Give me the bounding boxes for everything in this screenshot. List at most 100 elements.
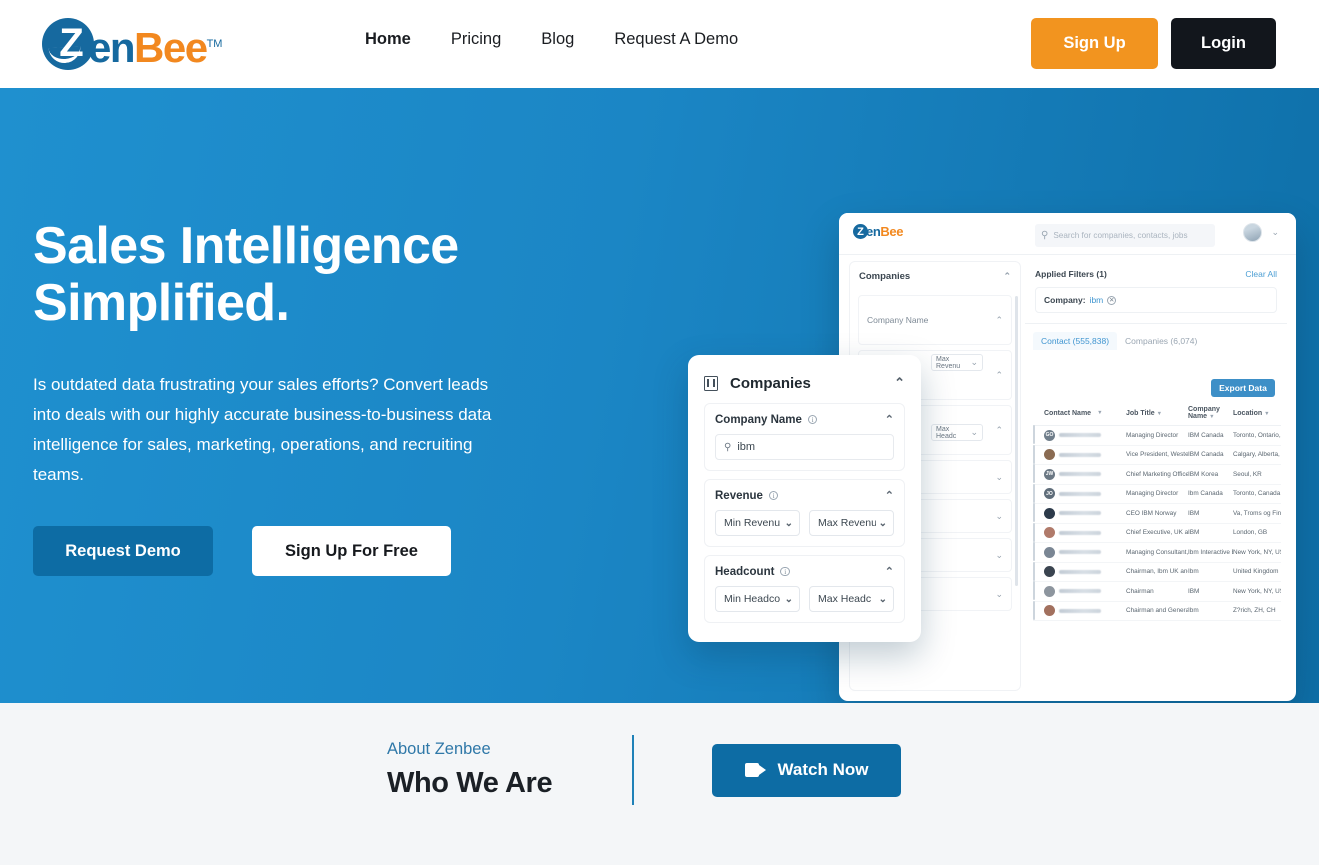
export-data-button[interactable]: Export Data (1211, 379, 1275, 397)
avatar (1044, 507, 1055, 519)
table-row[interactable]: Vice President, Western IBM Canada Calgary… (1033, 444, 1281, 465)
cell-job-title: Managing Director (1126, 431, 1179, 439)
row-checkbox[interactable] (1033, 464, 1044, 484)
cell-location: Toronto, Canada Area (1233, 490, 1281, 498)
cell-contact-name (1044, 507, 1126, 519)
applied-filters-title: Applied Filters (1) (1035, 269, 1107, 279)
min-headcount-select[interactable]: Min Headco ⌄ (715, 586, 800, 612)
app-user-avatar[interactable] (1243, 223, 1262, 242)
chevron-down-icon[interactable]: ⌄ (1271, 227, 1279, 238)
sort-icon: ▼ (1209, 414, 1215, 420)
nav-item-home[interactable]: Home (365, 30, 411, 49)
row-checkbox[interactable] (1033, 600, 1044, 620)
row-checkbox[interactable] (1033, 542, 1044, 562)
avatar (1044, 527, 1055, 539)
column-header-location[interactable]: Location ▼ (1233, 410, 1281, 417)
table-row[interactable]: CEO IBM Norway IBM Va, Troms og Finnmark, … (1033, 503, 1281, 524)
sign-up-button[interactable]: Sign Up (1031, 18, 1158, 69)
chevron-down-icon[interactable]: ⌄ (995, 511, 1003, 521)
row-checkbox[interactable] (1033, 503, 1044, 523)
row-checkbox[interactable] (1033, 561, 1044, 581)
table-row[interactable]: Chief Executive, UK andIBM London, GB (1033, 522, 1281, 543)
info-icon[interactable]: i (780, 566, 790, 577)
chevron-up-icon[interactable]: ⌃ (885, 565, 894, 578)
app-max-headcount-select[interactable]: Max Headc ⌄ (931, 424, 983, 441)
column-header-contact-name[interactable]: Contact Name ▼ (1044, 410, 1126, 417)
info-icon[interactable]: i (768, 490, 779, 501)
filter-section-header[interactable]: Revenue i ⌃ (715, 489, 894, 503)
sidebar-scrollbar[interactable] (1015, 296, 1018, 586)
watch-now-button[interactable]: Watch Now (712, 743, 901, 797)
about-title: Who We Are (387, 767, 553, 799)
column-header-job-title[interactable]: Job Title ▼ (1126, 410, 1188, 417)
table-row[interactable]: Managing Consultant, SpIbm Interactive E… (1033, 542, 1281, 563)
filter-section-revenue: Revenue i ⌃ Min Revenu ⌄ Max Revenu ⌄ (704, 479, 905, 547)
row-checkbox[interactable] (1033, 444, 1044, 464)
request-demo-button[interactable]: Request Demo (33, 526, 213, 576)
filter-section-headcount: Headcount i ⌃ Min Headco ⌄ Max Headc ⌄ (704, 555, 905, 623)
cell-job-title: Chief Executive, UK and (1126, 529, 1188, 537)
hero-title: Sales Intelligence Simplified. (33, 218, 553, 332)
chevron-down-icon[interactable]: ⌄ (995, 550, 1003, 560)
logo-text-bee: Bee (134, 24, 208, 71)
app-search-placeholder: Search for companies, contacts, jobs (1053, 231, 1188, 240)
column-header-company-name[interactable]: Company Name ▼ (1188, 406, 1233, 420)
sign-up-for-free-button[interactable]: Sign Up For Free (252, 526, 451, 576)
search-icon: ⚲ (724, 441, 732, 453)
tab-companies[interactable]: Companies (6,074) (1117, 332, 1205, 350)
filter-section-header[interactable]: Company Name i ⌃ (715, 413, 894, 427)
table-row[interactable]: Chairman and General MIbm Z?rich, ZH, CH (1033, 600, 1281, 621)
site-header: Z enBeeTM Home Pricing Blog Request A De… (0, 0, 1319, 88)
cell-job-title: CEO IBM Norway (1126, 509, 1177, 517)
info-icon[interactable]: i (807, 414, 818, 425)
app-max-revenue-label: Max Revenu (936, 355, 961, 370)
chevron-down-icon[interactable]: ⌄ (995, 472, 1003, 482)
chevron-down-icon: ⌄ (878, 517, 887, 529)
nav-item-request-a-demo[interactable]: Request A Demo (614, 30, 738, 49)
filter-chip-label: Company: (1044, 295, 1086, 305)
cell-job-title: Chairman (1126, 587, 1154, 595)
nav-item-pricing[interactable]: Pricing (451, 30, 501, 49)
table-row[interactable]: Chairman, Ibm UK and IrIbm United Kingdom (1033, 561, 1281, 582)
row-checkbox[interactable] (1033, 483, 1044, 503)
chevron-down-icon[interactable]: ⌄ (995, 589, 1003, 599)
row-checkbox[interactable] (1033, 425, 1044, 445)
site-logo[interactable]: Z enBeeTM (42, 18, 222, 74)
video-camera-icon (744, 763, 766, 777)
chevron-up-icon[interactable]: ⌃ (995, 370, 1003, 380)
filter-card-header: Companies ⌃ (704, 371, 905, 395)
chevron-up-icon[interactable]: ⌃ (885, 489, 894, 502)
avatar (1044, 566, 1055, 578)
chevron-up-icon[interactable]: ⌃ (1003, 271, 1011, 281)
table-row[interactable]: JW Chief Marketing Officer IBM Korea Seoul,… (1033, 464, 1281, 485)
chevron-up-icon[interactable]: ⌃ (894, 375, 905, 391)
chevron-up-icon[interactable]: ⌃ (995, 315, 1003, 325)
tab-contact[interactable]: Contact (555,838) (1033, 332, 1118, 350)
chevron-up-icon[interactable]: ⌃ (885, 413, 894, 426)
chevron-down-icon: ⌄ (784, 593, 793, 605)
nav-item-blog[interactable]: Blog (541, 30, 574, 49)
company-name-input[interactable]: ⚲ ibm (715, 434, 894, 460)
cell-location: Seoul, KR (1233, 470, 1262, 478)
table-row[interactable]: GO Managing Director IBM Canada Toronto, On… (1033, 425, 1281, 446)
min-revenue-select[interactable]: Min Revenu ⌄ (715, 510, 800, 536)
login-button[interactable]: Login (1171, 18, 1276, 69)
header-actions: Sign Up Login (1031, 18, 1276, 69)
chevron-up-icon[interactable]: ⌃ (995, 425, 1003, 435)
close-icon[interactable]: ✕ (1107, 295, 1117, 305)
max-headcount-select[interactable]: Max Headc ⌄ (809, 586, 894, 612)
app-max-revenue-select[interactable]: Max Revenu ⌄ (931, 354, 983, 371)
app-search-input[interactable]: ⚲ Search for companies, contacts, jobs (1035, 224, 1215, 247)
row-checkbox[interactable] (1033, 522, 1044, 542)
sort-icon: ▼ (1097, 410, 1103, 416)
cell-company-name: Ibm (1188, 568, 1199, 576)
row-checkbox[interactable] (1033, 581, 1044, 601)
filter-section-header[interactable]: Headcount i ⌃ (715, 565, 894, 579)
cell-company-name: Ibm (1188, 607, 1199, 615)
table-row[interactable]: JO Managing Director Ibm Canada Toronto, Ca… (1033, 483, 1281, 504)
table-row[interactable]: Chairman IBM New York, NY, US (1033, 581, 1281, 602)
clear-all-link[interactable]: Clear All (1245, 269, 1277, 279)
max-revenue-select[interactable]: Max Revenu ⌄ (809, 510, 894, 536)
app-sidebar-section[interactable]: Company Name ⌃ (858, 295, 1012, 345)
cell-contact-name: JO (1044, 488, 1126, 500)
